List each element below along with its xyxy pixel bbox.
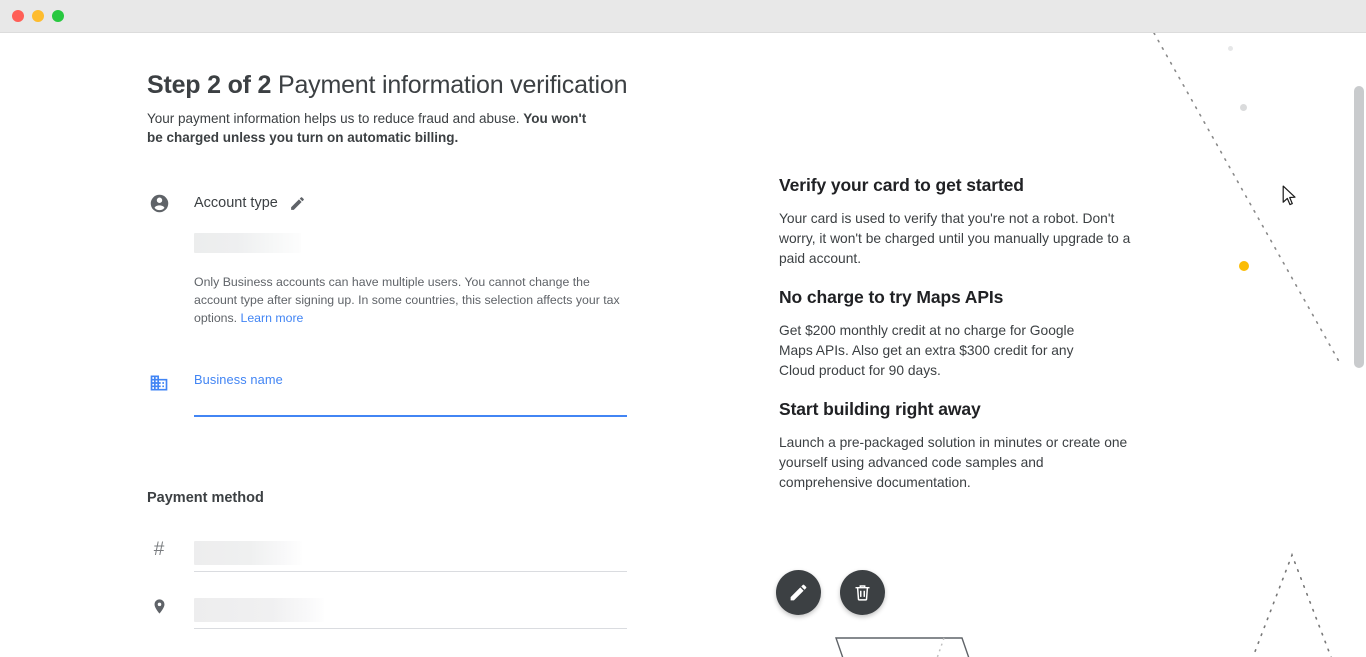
card-number-value-redacted — [194, 541, 302, 565]
page-content: Step 2 of 2 Payment information verifica… — [0, 33, 1366, 657]
page-title-text: Payment information verification — [271, 71, 627, 99]
close-window-button[interactable] — [12, 10, 24, 22]
promo-body: Get $200 monthly credit at no charge for… — [779, 321, 1109, 381]
promo-card-start-building: Start building right away Launch a pre-p… — [779, 399, 1139, 493]
mouse-cursor — [1282, 185, 1298, 207]
promo-card-no-charge: No charge to try Maps APIs Get $200 mont… — [779, 287, 1109, 381]
vertical-scrollbar-thumb[interactable] — [1354, 86, 1364, 368]
map-parallelogram-dotted-edge — [926, 638, 944, 657]
account-type-header: Account type — [194, 191, 647, 215]
gray-dot-small — [1228, 46, 1233, 51]
card-number-line[interactable] — [194, 537, 627, 582]
page-title: Step 2 of 2 Payment information verifica… — [147, 33, 647, 101]
subtitle-normal-text: Your payment information helps us to red… — [147, 111, 523, 126]
maximize-window-button[interactable] — [52, 10, 64, 22]
business-name-field: Business name — [147, 371, 647, 416]
amber-dot — [1239, 261, 1249, 271]
dotted-triangle — [1243, 555, 1341, 657]
page-subtitle: Your payment information helps us to red… — [147, 109, 597, 147]
promo-body: Your card is used to verify that you're … — [779, 209, 1135, 269]
edit-account-type-icon[interactable] — [289, 195, 306, 212]
number-sign-icon: # — [147, 537, 171, 561]
gray-dot-medium — [1240, 104, 1247, 111]
card-number-underline — [194, 571, 627, 572]
learn-more-link[interactable]: Learn more — [241, 311, 304, 325]
promo-body: Launch a pre-packaged solution in minute… — [779, 433, 1139, 493]
billing-address-underline — [194, 628, 627, 629]
account-type-help-text: Only Business accounts can have multiple… — [194, 273, 628, 327]
building-icon — [147, 371, 171, 395]
account-type-label: Account type — [194, 195, 278, 211]
promo-card-verify: Verify your card to get started Your car… — [779, 175, 1135, 269]
dotted-diagonal-line — [1154, 33, 1341, 365]
business-name-underline — [194, 415, 627, 417]
pencil-icon — [788, 582, 809, 603]
business-name-input-wrap — [194, 415, 647, 416]
card-number-field: # — [147, 537, 647, 582]
step-counter: Step 2 of 2 — [147, 71, 271, 99]
billing-address-field — [147, 594, 647, 639]
window-titlebar — [0, 0, 1366, 33]
vertical-scrollbar-track[interactable] — [1352, 33, 1366, 657]
map-parallelogram — [836, 638, 980, 657]
billing-address-value-redacted — [194, 598, 324, 622]
location-pin-icon — [147, 594, 171, 618]
payment-method-title: Payment method — [147, 490, 264, 506]
delete-payment-method-button[interactable] — [840, 570, 885, 615]
promo-title: Start building right away — [779, 399, 1139, 420]
business-name-input[interactable] — [194, 381, 627, 411]
promo-title: Verify your card to get started — [779, 175, 1135, 196]
window-controls — [12, 10, 64, 22]
edit-payment-method-button[interactable] — [776, 570, 821, 615]
form-column: Step 2 of 2 Payment information verifica… — [147, 33, 647, 147]
trash-icon — [852, 582, 873, 603]
person-icon — [147, 191, 171, 215]
account-type-field: Account type Only Business accounts can … — [147, 191, 647, 339]
minimize-window-button[interactable] — [32, 10, 44, 22]
promo-title: No charge to try Maps APIs — [779, 287, 1109, 308]
account-type-value-redacted — [194, 233, 301, 253]
billing-address-line[interactable] — [194, 594, 627, 639]
